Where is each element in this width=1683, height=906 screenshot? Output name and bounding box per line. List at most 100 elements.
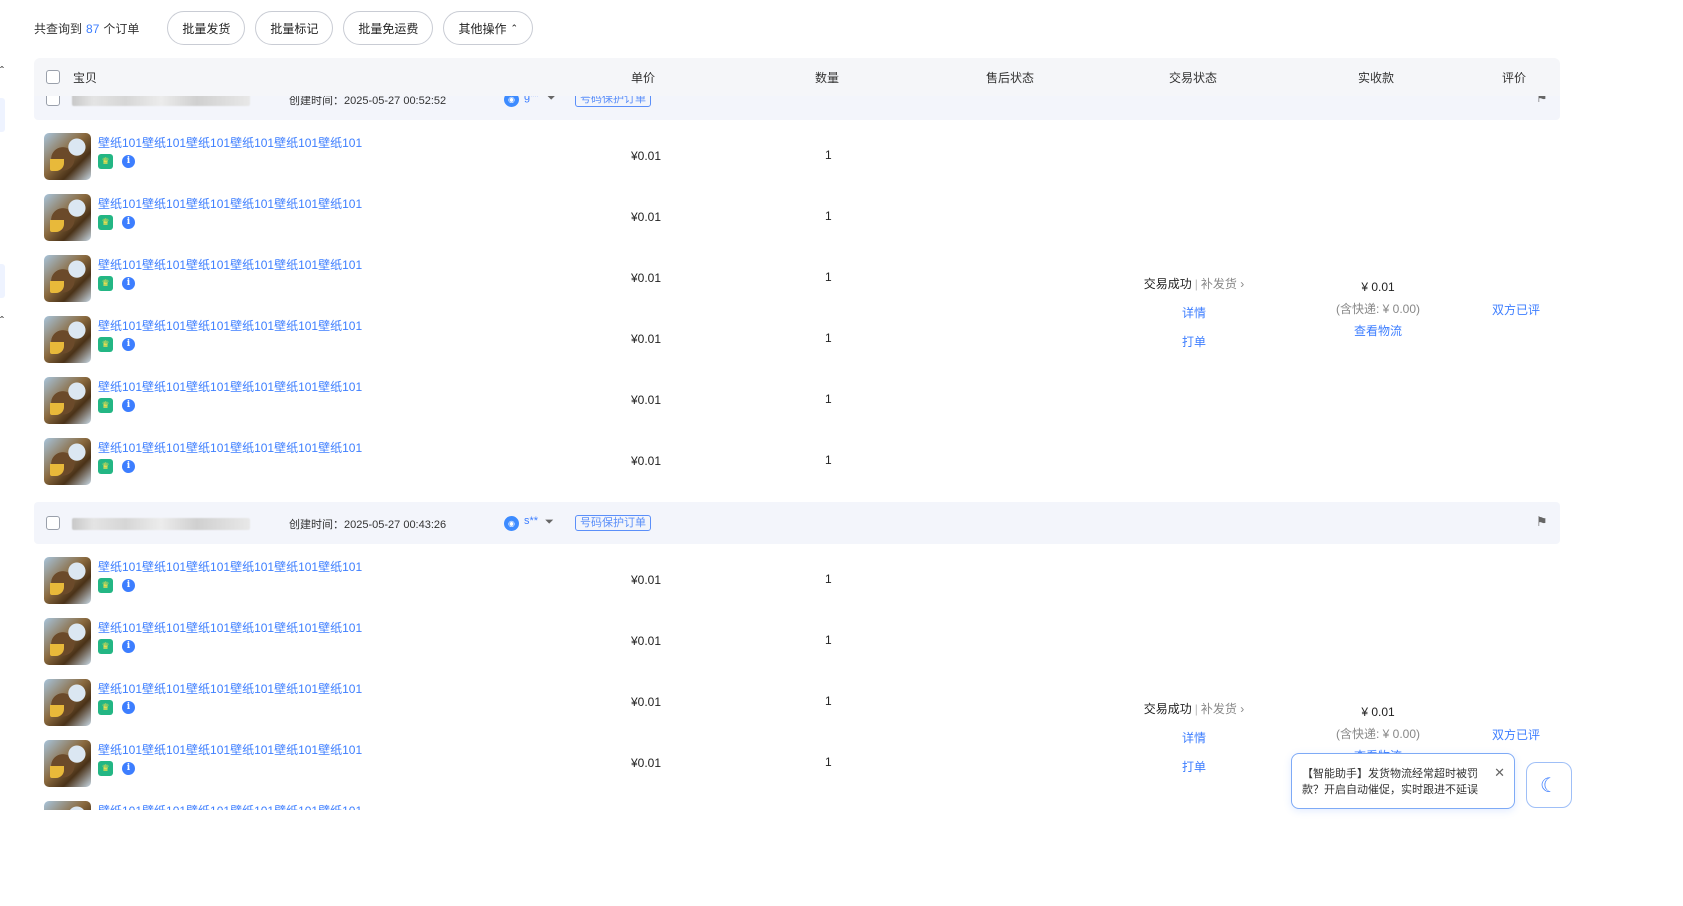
item-price: ¥0.01 (631, 271, 662, 285)
chevron-right-icon: › (1236, 702, 1245, 716)
received-amount-cell: ¥ 0.01 (含快递: ¥ 0.00) 查看物流 (1318, 280, 1438, 339)
order-count-text: 共查询到 87 个订单 (34, 21, 140, 36)
chevron-right-icon: › (1236, 277, 1245, 291)
order-detail-link[interactable]: 详情 (1124, 729, 1264, 746)
merchant-badge-icon: ♛ (98, 154, 113, 169)
item-title-link[interactable]: 壁纸101壁纸101壁纸101壁纸101壁纸101壁纸101 (98, 439, 362, 456)
buyer-name[interactable]: s** (524, 515, 538, 527)
review-status-link[interactable]: 双方已评 (1492, 726, 1540, 743)
item-qty: 1 (825, 331, 832, 345)
merchant-badge-icon: ♛ (98, 398, 113, 413)
create-time: 创建时间：2025-05-27 00:43:26 (289, 519, 447, 531)
close-icon[interactable]: ✕ (1494, 765, 1505, 781)
batch-mark-button[interactable]: 批量标记 (255, 11, 334, 45)
item-thumbnail[interactable] (44, 801, 91, 810)
info-icon[interactable]: i (122, 216, 135, 229)
item-row: 壁纸101壁纸101壁纸101壁纸101壁纸101壁纸101 ♛ i ¥0.01… (34, 548, 1560, 609)
col-price: 单价 (631, 71, 656, 85)
merchant-badge-icon: ♛ (98, 639, 113, 654)
item-qty: 1 (825, 270, 832, 284)
shipping-fee: (含快递: ¥ 0.00) (1335, 302, 1421, 316)
item-qty: 1 (825, 694, 832, 708)
print-order-link[interactable]: 打单 (1124, 758, 1264, 775)
col-qty: 数量 (815, 71, 840, 85)
item-thumbnail[interactable] (44, 679, 91, 726)
item-row: 壁纸101壁纸101壁纸101壁纸101壁纸101壁纸101 ♛ i ¥0.01… (34, 368, 1560, 429)
smart-assistant-toast[interactable]: 【智能助手】发货物流经常超时被罚款？开启自动催促，实时跟进不延误 ✕ (1291, 753, 1515, 809)
trade-status-cell: 交易成功 | 补发货 › 详情 打单 (1124, 275, 1264, 350)
trade-status: 交易成功 (1143, 702, 1192, 716)
info-icon[interactable]: i (122, 155, 135, 168)
item-title-link[interactable]: 壁纸101壁纸101壁纸101壁纸101壁纸101壁纸101 (98, 619, 362, 636)
item-price: ¥0.01 (631, 573, 662, 587)
item-price: ¥0.01 (631, 695, 662, 709)
item-thumbnail[interactable] (44, 377, 91, 424)
item-thumbnail[interactable] (44, 133, 91, 180)
info-icon[interactable]: i (122, 399, 135, 412)
merchant-badge-icon: ♛ (98, 276, 113, 291)
view-logistics-link[interactable]: 查看物流 (1318, 322, 1438, 339)
review-status-link[interactable]: 双方已评 (1492, 301, 1540, 318)
info-icon[interactable]: i (122, 460, 135, 473)
batch-ship-button[interactable]: 批量发货 (167, 11, 246, 45)
order-checkbox[interactable] (46, 516, 60, 530)
merchant-badge-icon: ♛ (98, 578, 113, 593)
item-title-link[interactable]: 壁纸101壁纸101壁纸101壁纸101壁纸101壁纸101 (98, 378, 362, 395)
sidebar-edge (0, 98, 5, 132)
item-qty: 1 (825, 453, 832, 467)
trade-status: 交易成功 (1143, 277, 1192, 291)
info-icon[interactable]: i (122, 640, 135, 653)
item-title-link[interactable]: 壁纸101壁纸101壁纸101壁纸101壁纸101壁纸101 (98, 195, 362, 212)
info-icon[interactable]: i (122, 277, 135, 290)
reship-link[interactable]: 补发货 (1201, 277, 1237, 291)
merchant-badge-icon: ♛ (98, 337, 113, 352)
privacy-order-tag: 号码保护订单 (575, 515, 651, 531)
flag-icon[interactable]: ⚑ (1536, 514, 1548, 530)
item-row: 壁纸101壁纸101壁纸101壁纸101壁纸101壁纸101 ♛ i ¥0.01… (34, 124, 1560, 185)
other-actions-button[interactable]: 其他操作 ⌃ (443, 11, 533, 45)
info-icon[interactable]: i (122, 338, 135, 351)
buyer-avatar-icon: ◉ (504, 516, 519, 531)
print-order-link[interactable]: 打单 (1124, 333, 1264, 350)
batch-free-shipping-button[interactable]: 批量免运费 (343, 11, 434, 45)
item-price: ¥0.01 (631, 634, 662, 648)
reship-link[interactable]: 补发货 (1201, 702, 1237, 716)
item-qty: 1 (825, 633, 832, 647)
item-title-link[interactable]: 壁纸101壁纸101壁纸101壁纸101壁纸101壁纸101 (98, 317, 362, 334)
item-title-link[interactable]: 壁纸101壁纸101壁纸101壁纸101壁纸101壁纸101 (98, 741, 362, 758)
order-list: 宝贝 单价 数量 售后状态 交易状态 实收款 评价 创建时间：2025-05-2… (34, 58, 1560, 810)
col-aftersale: 售后状态 (986, 71, 1035, 85)
col-review: 评价 (1502, 71, 1527, 85)
item-thumbnail[interactable] (44, 618, 91, 665)
item-thumbnail[interactable] (44, 316, 91, 363)
info-icon[interactable]: i (122, 701, 135, 714)
item-thumbnail[interactable] (44, 194, 91, 241)
item-row: 壁纸101壁纸101壁纸101壁纸101壁纸101壁纸101 ♛ i ¥0.01… (34, 185, 1560, 246)
item-thumbnail[interactable] (44, 557, 91, 604)
item-row: 壁纸101壁纸101壁纸101壁纸101壁纸101壁纸101 ♛ i ¥0.01… (34, 429, 1560, 490)
trade-status-cell: 交易成功 | 补发货 › 详情 打单 (1124, 700, 1264, 775)
info-icon[interactable]: i (122, 579, 135, 592)
assistant-moon-icon[interactable]: ☾ (1526, 762, 1572, 808)
item-title-link[interactable]: 壁纸101壁纸101壁纸101壁纸101壁纸101壁纸101 (98, 134, 362, 151)
select-all-checkbox[interactable] (46, 70, 60, 84)
chevron-icon[interactable]: ˆ (0, 64, 4, 78)
chevron-up-icon: ⌃ (510, 22, 518, 33)
item-thumbnail[interactable] (44, 740, 91, 787)
order-count: 87 (86, 21, 100, 36)
item-title-link[interactable]: 壁纸101壁纸101壁纸101壁纸101壁纸101壁纸101 (98, 802, 362, 810)
item-title-link[interactable]: 壁纸101壁纸101壁纸101壁纸101壁纸101壁纸101 (98, 256, 362, 273)
merchant-badge-icon: ♛ (98, 459, 113, 474)
chevron-icon[interactable]: ˆ (0, 314, 4, 328)
sidebar-edge (0, 264, 5, 298)
info-icon[interactable]: i (122, 762, 135, 775)
item-thumbnail[interactable] (44, 438, 91, 485)
item-price: ¥0.01 (631, 454, 662, 468)
received-amount: ¥ 0.01 (1361, 280, 1395, 294)
order-detail-link[interactable]: 详情 (1124, 304, 1264, 321)
item-title-link[interactable]: 壁纸101壁纸101壁纸101壁纸101壁纸101壁纸101 (98, 558, 362, 575)
merchant-badge-icon: ♛ (98, 761, 113, 776)
item-title-link[interactable]: 壁纸101壁纸101壁纸101壁纸101壁纸101壁纸101 (98, 680, 362, 697)
filter-icon[interactable]: ⏷ (545, 516, 554, 529)
item-thumbnail[interactable] (44, 255, 91, 302)
